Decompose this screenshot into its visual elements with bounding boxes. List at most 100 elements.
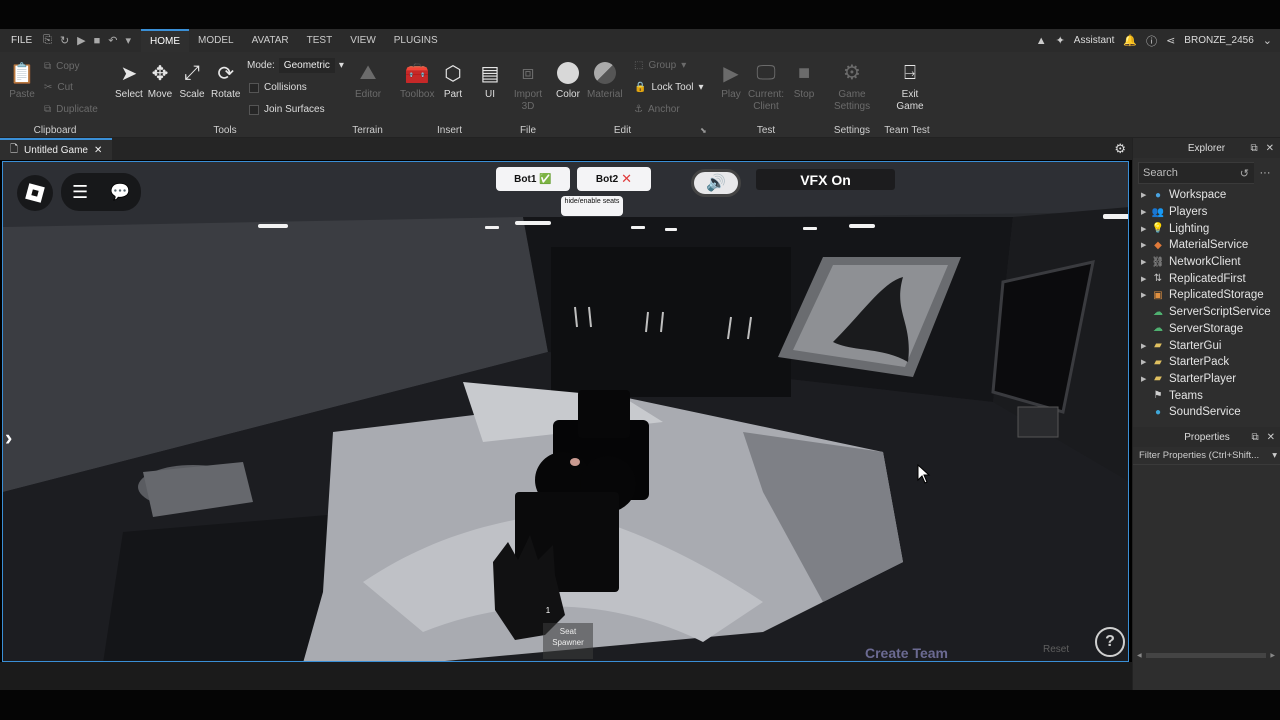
tab-view[interactable]: VIEW: [341, 29, 385, 52]
tab-untitled-game[interactable]: 🗋 Untitled Game ✕: [0, 138, 113, 160]
share-icon[interactable]: ⋖: [1166, 34, 1175, 47]
sound-toggle-button[interactable]: 🔊: [691, 169, 741, 197]
explorer-item-replicatedfirst[interactable]: ▶ ⇅ ReplicatedFirst: [1133, 270, 1280, 287]
group-button[interactable]: ⬚ Group ▾: [634, 60, 686, 71]
mode-selector[interactable]: Mode: Geometric ▾: [247, 58, 344, 73]
explorer-item-starterpack[interactable]: ▶ ▰ StarterPack: [1133, 354, 1280, 371]
game-viewport[interactable]: ☰ 💬 Bot1 ✅ Bot2 ✕ hide/enable seats 🔊 VF…: [2, 161, 1129, 662]
rotate-button[interactable]: ⟳ Rotate: [211, 60, 240, 101]
reset-button[interactable]: Reset: [1043, 644, 1069, 655]
scroll-left-icon[interactable]: ◀: [1137, 652, 1142, 659]
scale-button[interactable]: ⤢ Scale: [179, 60, 205, 101]
play-icon[interactable]: ▶: [77, 34, 85, 47]
import-3d-button[interactable]: ⧈ Import 3D: [512, 60, 544, 113]
horizontal-scrollbar[interactable]: ◀ ▶: [1137, 651, 1275, 659]
explorer-item-startergui[interactable]: ▶ ▰ StarterGui: [1133, 337, 1280, 354]
hide-enable-seats-button[interactable]: hide/enable seats: [561, 196, 623, 216]
terrain-editor-button[interactable]: ⛰ Editor: [355, 60, 381, 101]
copy-button[interactable]: ⧉ Copy: [44, 61, 80, 72]
cut-button[interactable]: ✂ Cut: [44, 82, 73, 93]
explorer-item-soundservice[interactable]: ● SoundService: [1133, 404, 1280, 421]
chevron-right-icon[interactable]: ›: [5, 425, 12, 451]
play-button[interactable]: ▶ Play: [718, 60, 744, 101]
scroll-right-icon[interactable]: ▶: [1270, 652, 1275, 659]
expand-arrow-icon[interactable]: ▶: [1141, 342, 1151, 350]
assistant-icon[interactable]: ✦: [1056, 34, 1065, 47]
more-options-icon[interactable]: ···: [1254, 162, 1276, 184]
vfx-toggle-button[interactable]: VFX On: [756, 169, 895, 190]
explorer-item-starterplayer[interactable]: ▶ ▰ StarterPlayer: [1133, 371, 1280, 388]
select-button[interactable]: ➤ Select: [115, 60, 143, 101]
exit-game-button[interactable]: ⍈ Exit Game: [893, 60, 927, 113]
chevron-down-icon[interactable]: ▾: [1272, 450, 1277, 461]
close-icon[interactable]: ✕: [1267, 432, 1275, 443]
paste-button[interactable]: 📋 Paste: [9, 60, 35, 101]
roblox-menu-button[interactable]: [17, 175, 53, 211]
bot2-button[interactable]: Bot2 ✕: [577, 167, 651, 191]
expand-arrow-icon[interactable]: ▶: [1141, 375, 1151, 383]
lock-tool-button[interactable]: 🔒 Lock Tool ▾: [634, 82, 704, 93]
duplicate-button[interactable]: ⧉ Duplicate: [44, 104, 98, 115]
create-team-button[interactable]: Create Team: [865, 645, 948, 661]
explorer-item-workspace[interactable]: ▶ ● Workspace: [1133, 187, 1280, 204]
color-button[interactable]: Color: [555, 60, 581, 100]
explorer-item-serverscriptservice[interactable]: ☁ ServerScriptService: [1133, 304, 1280, 321]
notification-bell-icon[interactable]: 🔔: [1123, 34, 1137, 47]
expand-arrow-icon[interactable]: ▶: [1141, 191, 1151, 199]
chevron-down-icon[interactable]: ⌄: [1263, 34, 1272, 47]
expand-edit-icon[interactable]: ⬊: [700, 126, 707, 135]
chat-icon[interactable]: 💬: [110, 182, 130, 202]
help-button[interactable]: ?: [1095, 627, 1125, 657]
tab-model[interactable]: MODEL: [189, 29, 243, 52]
expand-arrow-icon[interactable]: ▶: [1141, 258, 1151, 266]
filter-properties-input[interactable]: Filter Properties (Ctrl+Shift... ▾: [1133, 447, 1280, 465]
join-surfaces-toggle[interactable]: Join Surfaces: [249, 104, 325, 115]
game-settings-button[interactable]: ⚙ Game Settings: [834, 60, 870, 113]
join-surfaces-checkbox[interactable]: [249, 104, 259, 115]
undock-icon[interactable]: ⧉: [1251, 432, 1258, 443]
bot1-button[interactable]: Bot1 ✅: [496, 167, 570, 191]
expand-arrow-icon[interactable]: ▶: [1141, 241, 1151, 249]
explorer-item-networkclient[interactable]: ▶ ⛓ NetworkClient: [1133, 254, 1280, 271]
help-icon[interactable]: ⓘ: [1146, 33, 1157, 49]
expand-arrow-icon[interactable]: ▶: [1141, 358, 1151, 366]
scrollbar-thumb[interactable]: [1145, 652, 1267, 658]
explorer-item-replicatedstorage[interactable]: ▶ ▣ ReplicatedStorage: [1133, 287, 1280, 304]
collisions-toggle[interactable]: Collisions: [249, 82, 307, 93]
tab-avatar[interactable]: AVATAR: [243, 29, 298, 52]
explorer-item-players[interactable]: ▶ 👥 Players: [1133, 204, 1280, 221]
file-menu[interactable]: FILE: [0, 35, 43, 46]
dropdown-icon[interactable]: ▾: [126, 34, 132, 47]
mode-value[interactable]: Geometric: [278, 58, 335, 73]
explorer-item-materialservice[interactable]: ▶ ◆ MaterialService: [1133, 237, 1280, 254]
assistant-button[interactable]: Assistant: [1074, 35, 1115, 46]
ui-button[interactable]: ▤ UI: [477, 60, 503, 101]
save-icon[interactable]: ⎘: [43, 34, 52, 47]
explorer-item-serverstorage[interactable]: ☁ ServerStorage: [1133, 321, 1280, 338]
redo-arrow-icon[interactable]: ↻: [60, 34, 69, 47]
expand-arrow-icon[interactable]: ▶: [1141, 225, 1151, 233]
username[interactable]: BRONZE_2456: [1184, 35, 1253, 46]
hamburger-menu-icon[interactable]: ☰: [72, 182, 88, 203]
stop-icon[interactable]: ■: [94, 35, 101, 47]
tab-test[interactable]: TEST: [298, 29, 342, 52]
close-icon[interactable]: ✕: [94, 145, 102, 156]
tab-plugins[interactable]: PLUGINS: [385, 29, 447, 52]
collisions-checkbox[interactable]: [249, 82, 259, 93]
expand-arrow-icon[interactable]: ▶: [1141, 208, 1151, 216]
undock-icon[interactable]: ⧉: [1250, 143, 1257, 154]
part-button[interactable]: ⬡ Part: [440, 60, 466, 101]
anchor-button[interactable]: ⚓ Anchor: [634, 104, 680, 115]
history-icon[interactable]: ↺: [1240, 167, 1249, 180]
toolbox-button[interactable]: 🧰 Toolbox: [400, 60, 434, 101]
stop-button[interactable]: ■ Stop: [791, 60, 817, 101]
expand-arrow-icon[interactable]: ▶: [1141, 275, 1151, 283]
tab-home[interactable]: HOME: [141, 29, 190, 52]
undo-icon[interactable]: ↶: [108, 34, 117, 47]
explorer-search-input[interactable]: Search ↺ ···: [1138, 162, 1276, 184]
explorer-item-lighting[interactable]: ▶ 💡 Lighting: [1133, 220, 1280, 237]
current-client-button[interactable]: 🖵 Current: Client: [748, 60, 784, 113]
viewport-settings-gear-icon[interactable]: ⚙: [1114, 141, 1126, 157]
move-button[interactable]: ✥ Move: [147, 60, 173, 101]
expand-arrow-icon[interactable]: ▶: [1141, 291, 1151, 299]
